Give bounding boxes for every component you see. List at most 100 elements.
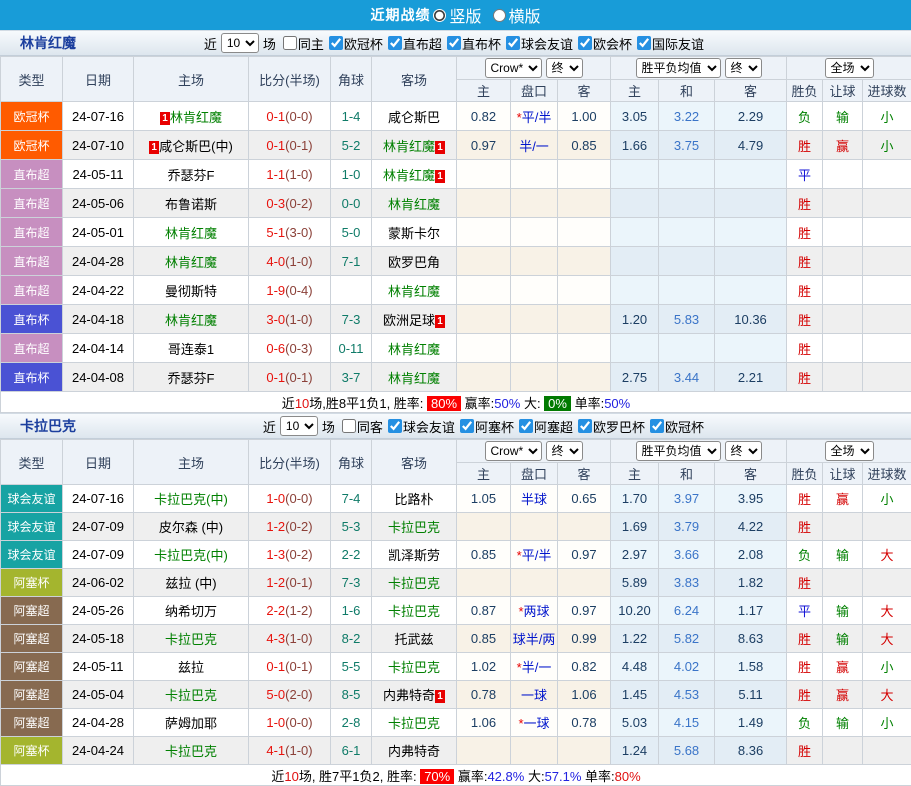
avg-time-select[interactable]: 终 — [725, 441, 762, 461]
layout-radio-vertical[interactable] — [433, 9, 446, 22]
corner-cell — [331, 276, 372, 305]
score-cell: 5-1(3-0) — [249, 218, 331, 247]
avg-metric-select[interactable]: 胜平负均值 — [636, 58, 721, 78]
result-handicap-cell — [823, 513, 863, 541]
result-goals-cell: 大 — [863, 681, 911, 709]
score-cell: 1-0(0-0) — [249, 709, 331, 737]
sub-column-header: 客 — [715, 80, 787, 102]
avg-home-cell: 1.66 — [611, 131, 659, 160]
avg-draw-cell: 4.53 — [659, 681, 715, 709]
date-cell: 24-05-11 — [63, 160, 134, 189]
score-cell: 4-3(1-0) — [249, 625, 331, 653]
team-name-text: 托武兹 — [394, 632, 433, 647]
handicap-cell — [511, 363, 558, 392]
odds-company-select[interactable]: Crow* — [485, 441, 542, 461]
odds-home-cell — [457, 334, 511, 363]
avg-home-cell: 1.24 — [611, 737, 659, 765]
handicap-cell — [511, 276, 558, 305]
recent-count-select[interactable]: 10 — [280, 416, 318, 436]
odds-home-cell: 1.06 — [457, 709, 511, 737]
date-cell: 24-05-18 — [63, 625, 134, 653]
competition-type-cell: 直布超 — [1, 218, 63, 247]
halftime-score: (1-0) — [285, 254, 312, 269]
odds-time-select[interactable]: 终 — [546, 58, 583, 78]
avg-home-cell: 1.70 — [611, 485, 659, 513]
match-row: 球会友谊24-07-16卡拉巴克(中)1-0(0-0)7-4比路朴1.05半球0… — [1, 485, 911, 513]
result-goals-cell: 大 — [863, 597, 911, 625]
team-cell: 乔瑟芬F — [134, 363, 249, 392]
halftime-score: (0-4) — [285, 283, 312, 298]
match-row: 欧冠杯24-07-161林肯红魔0-1(0-0)1-4咸仑斯巴0.82*平/半1… — [1, 102, 911, 131]
team-cell: 林肯红魔 — [372, 363, 457, 392]
result-winlose-cell: 胜 — [787, 653, 823, 681]
handicap-text: 半/一 — [519, 139, 549, 154]
team-cell: 卡拉巴克(中) — [134, 485, 249, 513]
league-checkbox[interactable] — [329, 36, 343, 50]
competition-type-cell: 球会友谊 — [1, 513, 63, 541]
odds-away-cell — [558, 305, 611, 334]
competition-type-cell: 直布超 — [1, 189, 63, 218]
column-header: 角球 — [331, 440, 372, 485]
layout-radio-horizontal[interactable] — [493, 9, 506, 22]
column-header: 比分(半场) — [249, 440, 331, 485]
result-winlose-cell: 胜 — [787, 737, 823, 765]
halftime-score: (0-1) — [285, 659, 312, 674]
same-venue-checkbox[interactable] — [283, 36, 297, 50]
column-header: 客场 — [372, 440, 457, 485]
competition-type-cell: 阿塞超 — [1, 625, 63, 653]
match-row: 直布超24-05-11乔瑟芬F1-1(1-0)1-0林肯红魔1平 — [1, 160, 911, 189]
result-handicap-cell: 赢 — [823, 653, 863, 681]
team-cell: 内弗特奇 — [372, 737, 457, 765]
avg-metric-select[interactable]: 胜平负均值 — [636, 441, 721, 461]
odds-home-cell — [457, 218, 511, 247]
league-checkbox[interactable] — [519, 419, 533, 433]
summary-segment: 单率: — [581, 769, 614, 784]
filters-bar: 近10场同主欧冠杯直布超直布杯球会友谊欧会杯国际友谊 — [202, 33, 911, 53]
result-goals-cell — [863, 276, 911, 305]
halftime-score: (1-2) — [285, 603, 312, 618]
rank-badge: 1 — [435, 170, 445, 183]
odds-home-cell: 0.97 — [457, 131, 511, 160]
odds-away-cell — [558, 569, 611, 597]
league-checkbox[interactable] — [650, 419, 664, 433]
odds-away-cell — [558, 276, 611, 305]
score-cell: 1-2(0-1) — [249, 569, 331, 597]
avg-time-select[interactable]: 终 — [725, 58, 762, 78]
team-cell: 卡拉巴克 — [372, 513, 457, 541]
league-checkbox[interactable] — [388, 419, 402, 433]
odds-company-select[interactable]: Crow* — [485, 58, 542, 78]
sub-column-header: 主 — [611, 80, 659, 102]
odds-away-cell — [558, 218, 611, 247]
scope-select[interactable]: 全场 — [825, 441, 874, 461]
competition-type-cell: 阿塞超 — [1, 653, 63, 681]
same-venue-checkbox[interactable] — [342, 419, 356, 433]
odds-away-cell — [558, 513, 611, 541]
scope-select[interactable]: 全场 — [825, 58, 874, 78]
league-checkbox[interactable] — [460, 419, 474, 433]
match-row: 直布超24-04-22曼彻斯特1-9(0-4)林肯红魔胜 — [1, 276, 911, 305]
league-checkbox[interactable] — [578, 419, 592, 433]
date-cell: 24-07-09 — [63, 541, 134, 569]
summary-segment: 10 — [284, 769, 298, 784]
team-cell: 卡拉巴克 — [134, 737, 249, 765]
recent-count-select[interactable]: 10 — [221, 33, 259, 53]
avg-draw-cell — [659, 276, 715, 305]
league-checkbox[interactable] — [637, 36, 651, 50]
league-checkbox[interactable] — [506, 36, 520, 50]
competition-type-cell: 阿塞超 — [1, 709, 63, 737]
score-cell: 4-1(1-0) — [249, 737, 331, 765]
odds-away-cell — [558, 363, 611, 392]
odds-home-cell — [457, 569, 511, 597]
league-checkbox[interactable] — [578, 36, 592, 50]
league-label: 直布杯 — [462, 34, 501, 53]
match-row: 球会友谊24-07-09卡拉巴克(中)1-3(0-2)2-2凯泽斯劳0.85*平… — [1, 541, 911, 569]
league-checkbox[interactable] — [447, 36, 461, 50]
league-checkbox[interactable] — [388, 36, 402, 50]
odds-time-select[interactable]: 终 — [546, 441, 583, 461]
halftime-score: (0-1) — [285, 138, 312, 153]
league-filter: 国际友谊 — [634, 34, 704, 53]
team-cell: 林肯红魔 — [134, 247, 249, 276]
odds-home-cell — [457, 305, 511, 334]
date-cell: 24-04-24 — [63, 737, 134, 765]
date-cell: 24-04-08 — [63, 363, 134, 392]
